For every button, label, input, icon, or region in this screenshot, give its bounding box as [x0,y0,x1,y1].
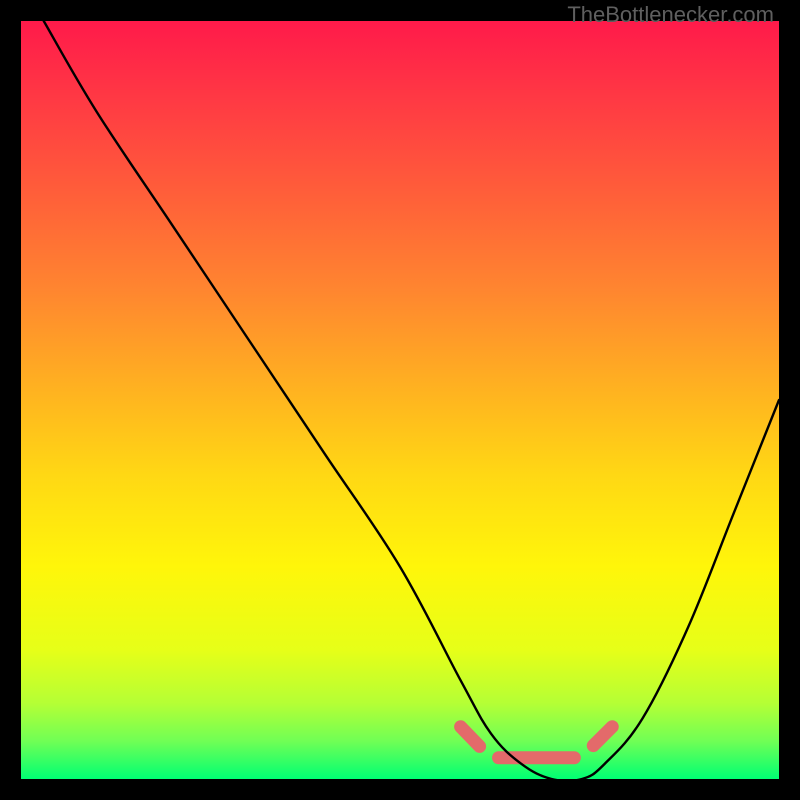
gradient-background [21,21,779,779]
watermark-text: TheBottlenecker.com [567,2,774,28]
bottleneck-chart [21,21,779,779]
chart-frame [21,21,779,779]
